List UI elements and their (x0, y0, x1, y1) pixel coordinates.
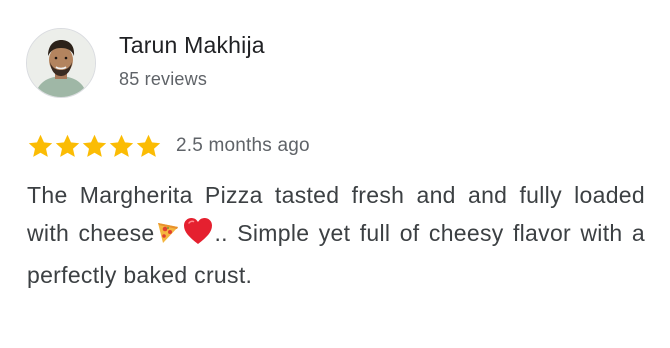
red-heart-emoji-icon (183, 217, 213, 256)
reviewer-name[interactable]: Tarun Makhija (119, 30, 265, 60)
reviewer-info: Tarun Makhija 85 reviews (119, 30, 265, 91)
pizza-emoji-icon (155, 218, 181, 256)
avatar[interactable] (26, 28, 96, 98)
star-icon (28, 134, 53, 157)
review-count: 85 reviews (119, 68, 208, 89)
star-rating (27, 133, 162, 160)
star-icon (82, 134, 107, 157)
review-date: 2.5 months ago (176, 135, 310, 156)
star-icon (55, 134, 80, 157)
review-text: The Margherita Pizza tasted fresh and an… (27, 176, 645, 294)
star-icon (136, 134, 161, 157)
rating-row: 2.5 months ago (27, 131, 310, 161)
star-icon (109, 134, 134, 157)
reviewer-header[interactable]: Tarun Makhija 85 reviews (26, 28, 265, 98)
review-card: Tarun Makhija 85 reviews 2.5 months ago … (0, 0, 670, 348)
profile-photo-icon (27, 29, 95, 97)
